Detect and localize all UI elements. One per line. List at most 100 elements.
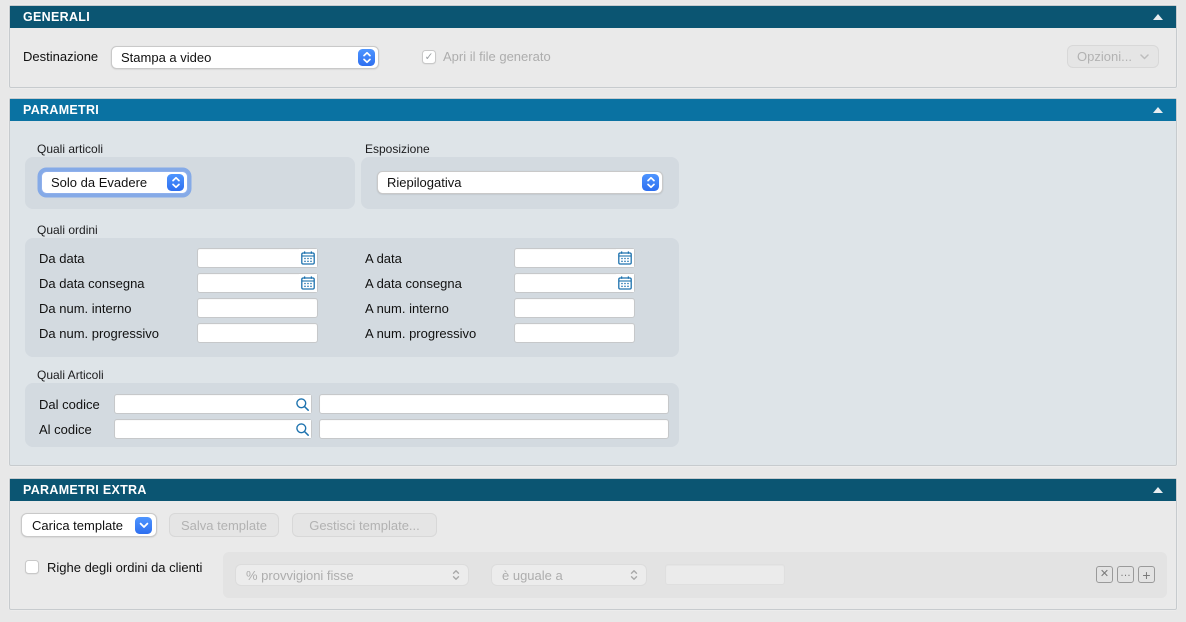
quali-articoli-codici-panel: Dal codice Al codice [25, 383, 679, 447]
section-parametri-extra-header[interactable]: PARAMETRI EXTRA [10, 479, 1176, 501]
quali-articoli-select[interactable]: Solo da Evadere [41, 171, 188, 194]
dal-codice-field[interactable] [114, 394, 312, 414]
al-codice-label: Al codice [39, 422, 114, 437]
codice-row: Al codice [39, 419, 669, 439]
quali-ordini-group-label: Quali ordini [37, 223, 98, 237]
gestisci-template-button[interactable]: Gestisci template... [292, 513, 437, 537]
quali-ordini-row: Da data A data [39, 248, 665, 268]
section-title: PARAMETRI EXTRA [23, 483, 147, 497]
apri-file-label: Apri il file generato [443, 49, 551, 64]
salva-template-button[interactable]: Salva template [169, 513, 279, 537]
a-num-interno-label: A num. interno [365, 301, 514, 316]
magnifier-icon[interactable] [293, 420, 311, 438]
righe-ordini-label: Righe degli ordini da clienti [47, 560, 202, 575]
da-num-interno-input[interactable] [197, 298, 318, 318]
filter-field-value: % provvigioni fisse [246, 568, 452, 583]
filter-value-field[interactable] [665, 564, 785, 585]
quali-articoli-group-label: Quali articoli [37, 142, 103, 156]
filter-row-actions: ✕ … + [1096, 566, 1155, 583]
add-row-button[interactable]: + [1138, 566, 1155, 583]
a-data-label: A data [365, 251, 514, 266]
chevron-down-icon [1140, 54, 1149, 60]
destinazione-label: Destinazione [23, 49, 98, 64]
al-codice-field[interactable] [114, 419, 312, 439]
destinazione-select-value: Stampa a video [121, 50, 352, 65]
esposizione-group-label: Esposizione [365, 142, 430, 156]
a-data-consegna-label: A data consegna [365, 276, 514, 291]
remove-row-button[interactable]: ✕ [1096, 566, 1113, 583]
da-data-consegna-label: Da data consegna [39, 276, 197, 291]
quali-ordini-row: Da num. progressivo A num. progressivo [39, 323, 665, 343]
collapse-triangle-icon[interactable] [1153, 107, 1163, 113]
select-stepper-icon [358, 49, 375, 66]
da-num-progressivo-field[interactable] [197, 323, 318, 343]
more-rows-button[interactable]: … [1117, 566, 1134, 583]
da-data-field[interactable] [197, 248, 318, 268]
a-num-progressivo-input[interactable] [514, 323, 635, 343]
dal-codice-descrizione-field[interactable] [319, 394, 669, 414]
collapse-triangle-icon[interactable] [1153, 14, 1163, 20]
a-num-interno-field[interactable] [514, 298, 635, 318]
al-codice-descrizione-input[interactable] [319, 419, 669, 439]
opzioni-button-label: Opzioni... [1077, 49, 1132, 64]
filter-value-input[interactable] [665, 564, 785, 585]
carica-template-label: Carica template [32, 518, 131, 533]
da-data-consegna-field[interactable] [197, 273, 318, 293]
parametri-content: Quali articoli Solo da Evadere Esposizio… [10, 121, 1176, 465]
carica-template-button[interactable]: Carica template [21, 513, 157, 537]
dal-codice-input[interactable] [114, 394, 312, 414]
parametri-extra-content: Carica template Salva template Gestisci … [10, 501, 1176, 609]
section-parametri-header[interactable]: PARAMETRI [10, 99, 1176, 121]
a-num-progressivo-field[interactable] [514, 323, 635, 343]
a-data-consegna-field[interactable] [514, 273, 635, 293]
da-num-progressivo-label: Da num. progressivo [39, 326, 197, 341]
opzioni-button[interactable]: Opzioni... [1067, 45, 1159, 68]
filter-operator-select[interactable]: è uguale a [491, 564, 647, 586]
gestisci-template-label: Gestisci template... [309, 518, 420, 533]
filter-row-panel: % provvigioni fisse è uguale a ✕ … + [223, 552, 1167, 598]
apri-file-checkbox[interactable]: ✓ [422, 50, 436, 64]
select-stepper-icon [642, 174, 659, 191]
a-num-interno-input[interactable] [514, 298, 635, 318]
esposizione-select-value: Riepilogativa [387, 175, 636, 190]
al-codice-descrizione-field[interactable] [319, 419, 669, 439]
section-parametri-extra: PARAMETRI EXTRA Carica template Salva te… [9, 478, 1177, 610]
dal-codice-descrizione-input[interactable] [319, 394, 669, 414]
section-generali-header[interactable]: GENERALI [10, 6, 1176, 28]
stepper-icon [452, 569, 460, 581]
filter-operator-value: è uguale a [502, 568, 630, 583]
dal-codice-label: Dal codice [39, 397, 114, 412]
da-num-progressivo-input[interactable] [197, 323, 318, 343]
calendar-icon[interactable] [299, 274, 317, 292]
section-title: PARAMETRI [23, 103, 99, 117]
chevron-down-icon [135, 517, 152, 534]
salva-template-label: Salva template [181, 518, 267, 533]
da-data-label: Da data [39, 251, 197, 266]
esposizione-select[interactable]: Riepilogativa [377, 171, 663, 194]
collapse-triangle-icon[interactable] [1153, 487, 1163, 493]
quali-ordini-panel: Da data A data Da data consegna [25, 238, 679, 357]
select-stepper-icon [167, 174, 184, 191]
quali-ordini-row: Da num. interno A num. interno [39, 298, 665, 318]
calendar-icon[interactable] [616, 274, 634, 292]
section-parametri: PARAMETRI Quali articoli Solo da Evadere… [9, 98, 1177, 466]
quali-articoli-codici-group-label: Quali Articoli [37, 368, 104, 382]
section-generali: GENERALI Destinazione Stampa a video ✓ A… [9, 5, 1177, 88]
al-codice-input[interactable] [114, 419, 312, 439]
destinazione-select[interactable]: Stampa a video [111, 46, 379, 69]
calendar-icon[interactable] [616, 249, 634, 267]
da-num-interno-field[interactable] [197, 298, 318, 318]
stepper-icon [630, 569, 638, 581]
a-num-progressivo-label: A num. progressivo [365, 326, 514, 341]
check-icon: ✓ [425, 52, 434, 63]
quali-ordini-row: Da data consegna A data consegna [39, 273, 665, 293]
calendar-icon[interactable] [299, 249, 317, 267]
filter-field-select[interactable]: % provvigioni fisse [235, 564, 469, 586]
generali-content: Destinazione Stampa a video ✓ Apri il fi… [10, 28, 1176, 87]
codice-row: Dal codice [39, 394, 669, 414]
righe-ordini-checkbox[interactable] [25, 560, 39, 574]
quali-articoli-select-value: Solo da Evadere [51, 175, 161, 190]
section-title: GENERALI [23, 10, 90, 24]
magnifier-icon[interactable] [293, 395, 311, 413]
a-data-field[interactable] [514, 248, 635, 268]
